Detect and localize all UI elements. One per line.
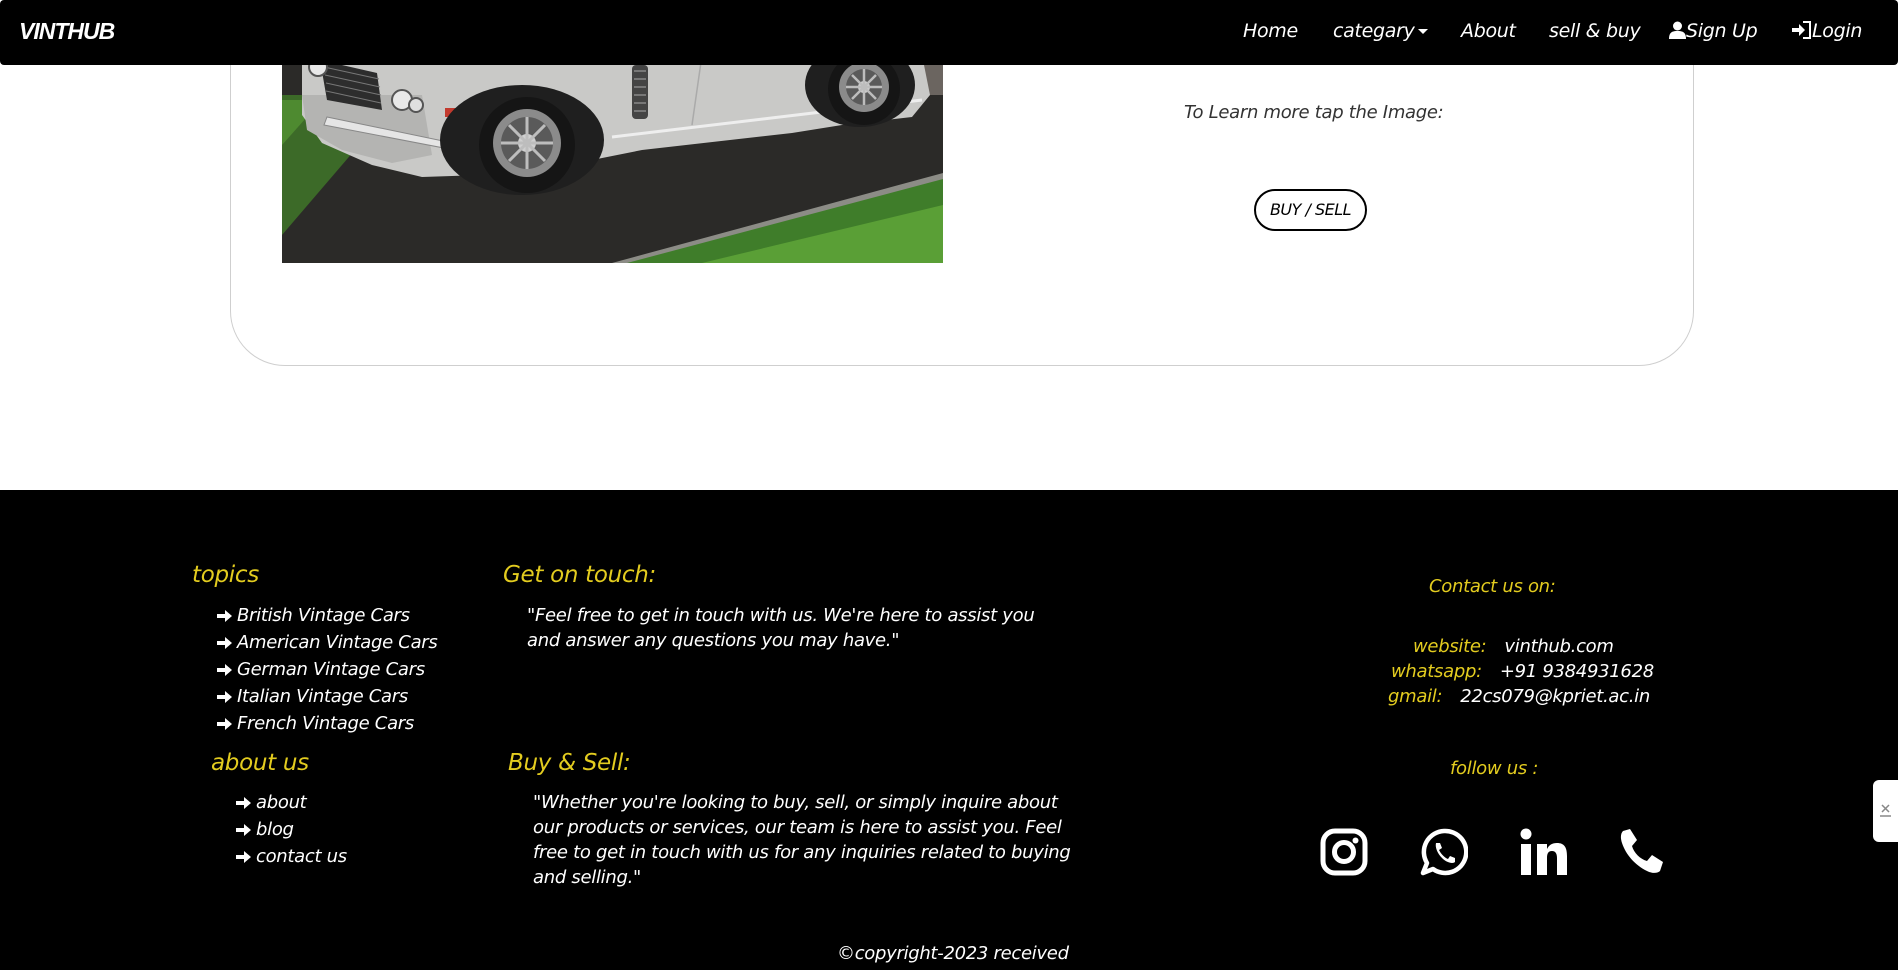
website-label: website: bbox=[1413, 636, 1487, 657]
list-item[interactable]: British Vintage Cars bbox=[217, 603, 438, 630]
arrow-right-icon bbox=[236, 819, 256, 844]
side-panel-tab[interactable] bbox=[1873, 780, 1898, 842]
nav-home[interactable]: Home bbox=[1243, 20, 1298, 42]
gmail-label: gmail: bbox=[1388, 686, 1443, 707]
about-link-label: contact us bbox=[256, 846, 347, 867]
about-us-heading: about us bbox=[211, 750, 309, 776]
whatsapp-label: whatsapp: bbox=[1391, 661, 1482, 682]
follow-us-label: follow us : bbox=[1450, 758, 1539, 779]
arrow-right-icon bbox=[217, 713, 237, 738]
buy-sell-heading: Buy & Sell: bbox=[508, 750, 631, 776]
topic-label: Italian Vintage Cars bbox=[237, 686, 408, 707]
user-icon bbox=[1669, 21, 1686, 39]
arrow-right-icon bbox=[217, 659, 237, 684]
arrow-right-icon bbox=[236, 846, 256, 871]
topic-label: British Vintage Cars bbox=[237, 605, 410, 626]
get-in-touch-text: "Feel free to get in touch with us. We'r… bbox=[527, 605, 1035, 651]
about-link-label: about bbox=[256, 792, 307, 813]
gmail-value[interactable]: 22cs079@kpriet.ac.in bbox=[1460, 686, 1650, 707]
list-item[interactable]: blog bbox=[236, 817, 347, 844]
about-us-list: about blog contact us bbox=[236, 790, 347, 871]
whatsapp-value[interactable]: +91 9384931628 bbox=[1500, 661, 1654, 682]
nav-about[interactable]: About bbox=[1461, 20, 1516, 42]
nav-sign-up[interactable]: Sign Up bbox=[1669, 20, 1758, 42]
car-image[interactable] bbox=[282, 55, 943, 263]
list-item[interactable]: American Vintage Cars bbox=[217, 630, 438, 657]
list-item[interactable]: about bbox=[236, 790, 347, 817]
arrow-right-icon bbox=[217, 605, 237, 630]
instagram-icon[interactable] bbox=[1320, 828, 1368, 880]
topic-label: American Vintage Cars bbox=[237, 632, 438, 653]
about-link-label: blog bbox=[256, 819, 294, 840]
sign-up-label: Sign Up bbox=[1686, 20, 1758, 42]
website-value[interactable]: vinthub.com bbox=[1504, 636, 1614, 657]
copyright-text: ©copyright-2023 received bbox=[837, 943, 1069, 964]
buy-sell-text: "Whether you're looking to buy, sell, or… bbox=[533, 792, 1071, 888]
arrow-right-icon bbox=[217, 632, 237, 657]
topics-heading: topics bbox=[192, 562, 259, 588]
list-item[interactable]: French Vintage Cars bbox=[217, 711, 438, 738]
footer: topics British Vintage Cars American Vin… bbox=[0, 490, 1898, 970]
whatsapp-row: whatsapp: +91 9384931628 bbox=[1391, 661, 1654, 682]
nav-categary-dropdown[interactable]: categary bbox=[1333, 20, 1428, 42]
linkedin-icon[interactable] bbox=[1520, 828, 1568, 880]
list-item[interactable]: Italian Vintage Cars bbox=[217, 684, 438, 711]
buy-sell-button[interactable]: BUY / SELL bbox=[1254, 189, 1367, 231]
nav-categary-label: categary bbox=[1333, 20, 1415, 42]
arrow-right-icon bbox=[236, 792, 256, 817]
arrow-right-icon bbox=[217, 686, 237, 711]
whatsapp-icon[interactable] bbox=[1420, 828, 1469, 880]
nav-sell-buy[interactable]: sell & buy bbox=[1549, 20, 1641, 42]
topics-list: British Vintage Cars American Vintage Ca… bbox=[217, 603, 438, 738]
gmail-row: gmail: 22cs079@kpriet.ac.in bbox=[1388, 686, 1650, 707]
get-in-touch-heading: Get on touch: bbox=[503, 562, 657, 588]
list-item[interactable]: contact us bbox=[236, 844, 347, 871]
topic-label: French Vintage Cars bbox=[237, 713, 414, 734]
brand-logo[interactable]: VINTHUB bbox=[19, 18, 115, 45]
website-row: website: vinthub.com bbox=[1413, 636, 1614, 657]
learn-more-text: To Learn more tap the Image: bbox=[1184, 102, 1444, 123]
nav-login[interactable]: Login bbox=[1792, 20, 1862, 42]
login-label: Login bbox=[1812, 20, 1863, 42]
phone-icon[interactable] bbox=[1620, 828, 1664, 878]
contact-heading: Contact us on: bbox=[1429, 576, 1556, 597]
navbar: VINTHUB Home categary About sell & buy S… bbox=[0, 0, 1898, 65]
login-icon bbox=[1792, 21, 1811, 39]
caret-down-icon bbox=[1417, 29, 1428, 34]
topic-label: German Vintage Cars bbox=[237, 659, 425, 680]
list-item[interactable]: German Vintage Cars bbox=[217, 657, 438, 684]
